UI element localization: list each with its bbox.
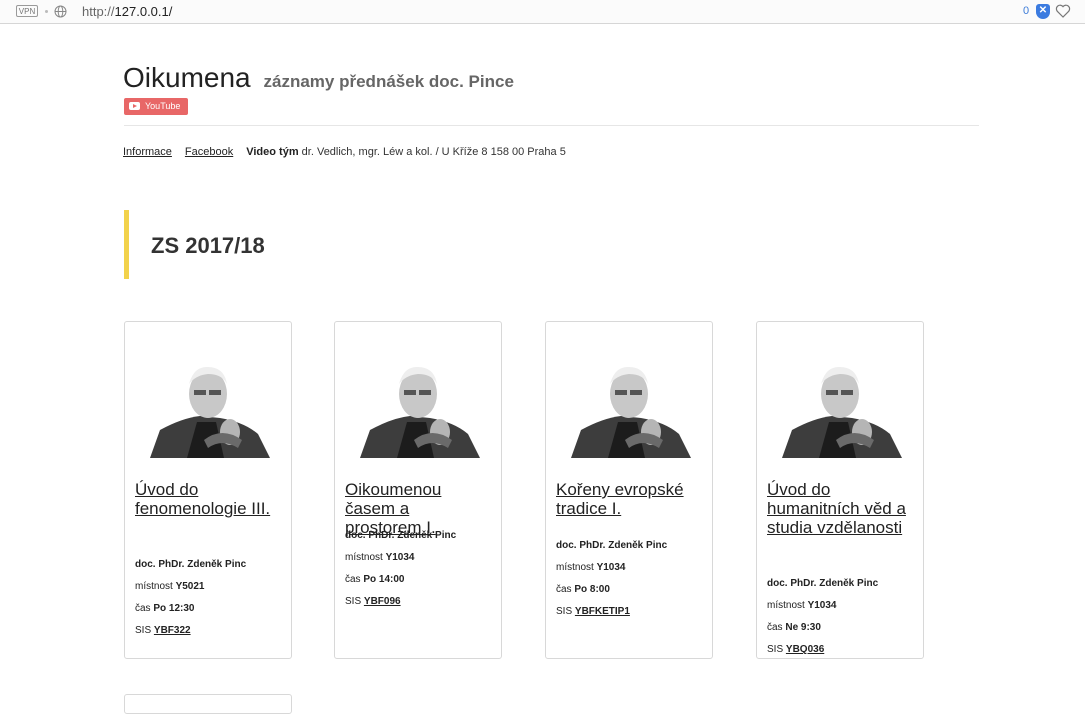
sis-line: SIS YBF096: [345, 596, 401, 607]
lecturer-name: doc. PhDr. Zdeněk Pinc: [135, 559, 247, 570]
course-title-link[interactable]: Oikoumenou časem a prostorem I.: [345, 480, 485, 537]
time-value: Po 8:00: [574, 584, 610, 595]
sis-code-link[interactable]: YBQ036: [786, 644, 824, 655]
room-value: Y1034: [807, 600, 837, 611]
vpn-badge[interactable]: VPN: [16, 5, 38, 17]
course-title-link[interactable]: Úvod do fenomenologie III.: [135, 480, 275, 518]
room-line: místnost Y5021: [135, 581, 205, 592]
url-host: 127.0.0.1/: [114, 4, 173, 19]
separator-dot: [45, 10, 48, 13]
semester-heading: ZS 2017/18: [124, 210, 424, 279]
sis-code-link[interactable]: YBFKETIP1: [575, 606, 630, 617]
site-name: Oikumena: [123, 62, 251, 93]
shield-icon[interactable]: ✕: [1036, 4, 1050, 19]
lecturer-photo: [774, 348, 907, 458]
time-line: čas Ne 9:30: [767, 622, 821, 633]
room-value: Y5021: [175, 581, 205, 592]
time-value: Ne 9:30: [785, 622, 821, 633]
page-title: Oikumena záznamy přednášek doc. Pince: [123, 58, 514, 95]
youtube-button[interactable]: YouTube: [124, 98, 188, 115]
room-line: místnost Y1034: [345, 552, 415, 563]
time-line: čas Po 14:00: [345, 574, 405, 585]
course-card: Kořeny evropské tradice I. doc. PhDr. Zd…: [545, 321, 713, 659]
time-line: čas Po 8:00: [556, 584, 610, 595]
sis-code-link[interactable]: YBF322: [154, 625, 191, 636]
room-value: Y1034: [596, 562, 626, 573]
room-line: místnost Y1034: [556, 562, 626, 573]
heart-icon[interactable]: [1055, 3, 1071, 19]
nav-link-facebook[interactable]: Facebook: [185, 146, 233, 158]
time-line: čas Po 12:30: [135, 603, 195, 614]
sis-line: SIS YBQ036: [767, 644, 825, 655]
youtube-label: YouTube: [145, 101, 181, 111]
site-subtitle: záznamy přednášek doc. Pince: [263, 72, 514, 91]
sis-code-link[interactable]: YBF096: [364, 596, 401, 607]
url-field[interactable]: http://127.0.0.1/: [82, 4, 172, 19]
top-nav: Informace Facebook Video tým dr. Vedlich, …: [123, 146, 566, 158]
course-title-link[interactable]: Úvod do humanitních věd a studia vzdělan…: [767, 480, 907, 537]
course-card: Úvod do fenomenologie III. doc. PhDr. Zd…: [124, 321, 292, 659]
sis-line: SIS YBFKETIP1: [556, 606, 630, 617]
time-value: Po 12:30: [153, 603, 195, 614]
lecturer-name: doc. PhDr. Zdeněk Pinc: [345, 530, 457, 541]
semester-title: ZS 2017/18: [151, 233, 265, 258]
course-card: Oikoumenou časem a prostorem I. doc. PhD…: [334, 321, 502, 659]
time-value: Po 14:00: [363, 574, 405, 585]
course-card: Úvod do humanitních věd a studia vzdělan…: [756, 321, 924, 659]
video-team-label: Video tým: [246, 146, 299, 158]
room-line: místnost Y1034: [767, 600, 837, 611]
sis-line: SIS YBF322: [135, 625, 191, 636]
video-team-text: dr. Vedlich, mgr. Léw a kol. / U Kříže 8…: [301, 146, 566, 158]
header-divider: [124, 125, 979, 126]
course-card-partial: [124, 694, 292, 714]
lecturer-photo: [563, 348, 696, 458]
url-scheme: http://: [82, 4, 115, 19]
nav-link-informace[interactable]: Informace: [123, 146, 172, 158]
blocked-count: 0: [1023, 5, 1030, 17]
lecturer-photo: [142, 348, 275, 458]
course-title-link[interactable]: Kořeny evropské tradice I.: [556, 480, 696, 518]
lecturer-name: doc. PhDr. Zdeněk Pinc: [556, 540, 668, 551]
youtube-icon: [129, 102, 140, 110]
browser-address-bar: VPN http://127.0.0.1/ 0 ✕: [0, 0, 1085, 24]
globe-icon: [54, 5, 67, 18]
lecturer-photo: [352, 348, 485, 458]
room-value: Y1034: [385, 552, 415, 563]
lecturer-name: doc. PhDr. Zdeněk Pinc: [767, 578, 879, 589]
